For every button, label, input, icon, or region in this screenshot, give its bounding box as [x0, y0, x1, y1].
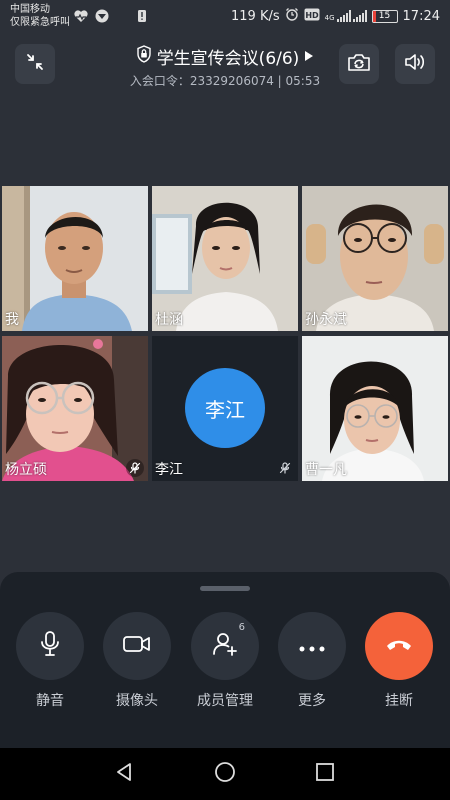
mute-label: 静音: [36, 693, 64, 709]
member-count-badge: 6: [238, 622, 245, 633]
video-tile-participant[interactable]: 杜涵: [152, 186, 298, 331]
meeting-title: 学生宣传会议(6/6): [156, 49, 300, 69]
video-tile-participant[interactable]: 曹一凡: [302, 336, 448, 481]
switch-camera-icon: [347, 51, 371, 77]
hang-up-icon: [385, 637, 413, 656]
clock: 17:24: [402, 8, 440, 24]
microphone-icon: [37, 630, 63, 662]
mic-muted-icon: [276, 459, 294, 477]
battery-level: 15: [378, 10, 391, 21]
vpn-icon: [95, 8, 109, 27]
control-panel: 静音 摄像头 6 成员管理 更多 挂断: [0, 572, 450, 748]
alarm-icon: [285, 7, 299, 25]
participant-name: 杨立硕: [5, 462, 47, 478]
network-type: 4G: [324, 14, 335, 22]
members-button[interactable]: 6 成员管理: [185, 612, 265, 710]
play-triangle-icon: [304, 47, 314, 67]
speaker-button[interactable]: [395, 44, 435, 84]
carrier-info: 中国移动 仅限紧急呼叫: [10, 3, 70, 29]
speaker-icon: [403, 51, 427, 77]
hd-icon: HD: [304, 8, 320, 25]
carrier-name: 中国移动: [10, 4, 50, 15]
svg-text:HD: HD: [305, 11, 319, 20]
collapse-icon: [25, 52, 45, 76]
alert-icon: [137, 8, 147, 27]
video-tile-self[interactable]: 我: [2, 186, 148, 331]
members-label: 成员管理: [197, 693, 253, 709]
back-triangle-icon: [115, 762, 135, 786]
recents-square-icon: [315, 762, 335, 786]
participant-name: 李江: [155, 462, 183, 478]
meeting-info[interactable]: 学生宣传会议(6/6) 入会口令：23329206074 | 05:53: [90, 44, 360, 89]
home-button[interactable]: [213, 762, 237, 786]
camera-button[interactable]: 摄像头: [97, 612, 177, 710]
more-label: 更多: [298, 693, 326, 709]
signal-icon: 4G: [325, 10, 367, 22]
status-bar: 中国移动 仅限紧急呼叫 119 K/s HD 4G 15 17:24: [0, 0, 450, 32]
more-dots-icon: [299, 637, 325, 656]
video-tile-participant[interactable]: 杨立硕: [2, 336, 148, 481]
participant-name: 孙永斌: [305, 312, 347, 328]
network-speed: 119 K/s: [231, 8, 280, 24]
drag-handle[interactable]: [200, 586, 250, 591]
video-tile-participant[interactable]: 李江 李江: [152, 336, 298, 481]
mute-button[interactable]: 静音: [10, 612, 90, 710]
recents-button[interactable]: [313, 762, 337, 786]
participant-name: 杜涵: [155, 312, 183, 328]
avatar: 李江: [185, 368, 265, 448]
participant-name: 我: [5, 312, 19, 328]
hang-up-label: 挂断: [385, 693, 413, 709]
video-feed: [2, 186, 148, 331]
meeting-code: 入会口令：23329206074 | 05:53: [129, 74, 321, 88]
lock-icon: [136, 45, 152, 68]
add-member-icon: [211, 631, 239, 661]
video-tile-participant[interactable]: 孙永斌: [302, 186, 448, 331]
hang-up-button[interactable]: 挂断: [359, 612, 439, 710]
carrier-status: 仅限紧急呼叫: [10, 17, 70, 28]
back-button[interactable]: [113, 762, 137, 786]
heart-rate-icon: [73, 8, 89, 27]
mic-muted-icon: [126, 459, 144, 477]
more-button[interactable]: 更多: [272, 612, 352, 710]
home-circle-icon: [214, 761, 236, 787]
camera-label: 摄像头: [116, 693, 158, 709]
participant-name: 曹一凡: [305, 462, 347, 478]
system-nav-bar: [0, 748, 450, 800]
video-camera-icon: [122, 633, 152, 659]
battery-icon: 15: [371, 9, 398, 23]
collapse-window-button[interactable]: [15, 44, 55, 84]
switch-camera-button[interactable]: [339, 44, 379, 84]
